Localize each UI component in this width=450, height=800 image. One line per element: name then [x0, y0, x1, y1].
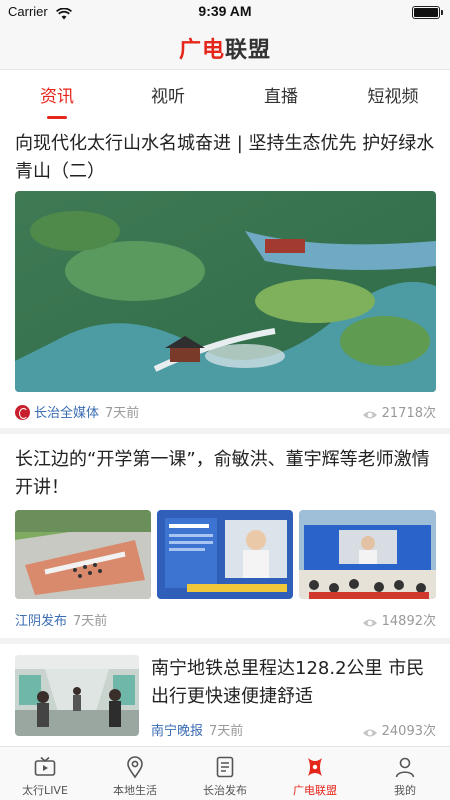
article-image[interactable] [157, 510, 293, 599]
tab-news[interactable]: 资讯 [12, 82, 102, 107]
tab-short-video[interactable]: 短视频 [348, 82, 438, 107]
view-count-value: 21718次 [381, 406, 436, 421]
document-list-icon [216, 756, 234, 778]
article-title[interactable]: 长江边的“开学第一课”，俞敏洪、董宇辉等老师激情开讲！ [15, 446, 438, 502]
view-count: 21718次 [362, 402, 436, 421]
article-title[interactable]: 南宁地铁总里程达128.2公里 市民出行更快速便捷舒适 [151, 655, 438, 711]
tabbar-label: 我的 [394, 784, 416, 797]
article-card[interactable]: 长江边的“开学第一课”，俞敏洪、董宇辉等老师激情开讲！ 江阴发布 7天前 148… [0, 434, 450, 640]
tab-audiovisual[interactable]: 视听 [123, 82, 213, 107]
app-logo: 广电联盟 [0, 32, 450, 64]
article-source[interactable]: 江阴发布 [15, 614, 67, 629]
status-bar: Carrier 9:39 AM [0, 0, 450, 24]
location-pin-icon [127, 756, 143, 779]
article-time: 7天前 [209, 724, 244, 739]
eye-icon [362, 619, 377, 627]
article-time: 7天前 [105, 406, 140, 421]
article-time: 7天前 [73, 614, 108, 629]
view-count: 24093次 [362, 720, 436, 739]
tabbar-item-local-life[interactable]: 本地生活 [90, 747, 180, 800]
article-title[interactable]: 向现代化太行山水名城奋进 | 坚持生态优先 护好绿水青山（二） [15, 130, 438, 186]
tabbar-label: 长治发布 [203, 784, 247, 797]
article-source[interactable]: 南宁晚报 [151, 724, 203, 739]
app-header: 广电联盟 [0, 24, 450, 70]
tab-live[interactable]: 直播 [236, 82, 326, 107]
category-tabs: 资讯 视听 直播 短视频 [0, 70, 450, 120]
article-source[interactable]: 长治全媒体 [34, 406, 99, 421]
alliance-x-icon [308, 758, 322, 776]
eye-icon [362, 729, 377, 737]
tabbar-item-changzhi-release[interactable]: 长治发布 [180, 747, 270, 800]
logo-red-text: 广电 [178, 38, 225, 63]
article-image[interactable] [299, 510, 436, 599]
bottom-tab-bar: 太行LIVE 本地生活 长治发布 广电联盟 我的 [0, 746, 450, 800]
article-meta: 江阴发布 7天前 14892次 [15, 610, 436, 629]
article-meta: 长治全媒体 7天前 21718次 [15, 402, 436, 421]
article-card[interactable]: 向现代化太行山水名城奋进 | 坚持生态优先 护好绿水青山（二） 长治全媒体 7天前 [0, 120, 450, 434]
view-count-value: 24093次 [381, 724, 436, 739]
source-logo-icon [15, 405, 30, 420]
person-icon [395, 757, 415, 778]
active-tab-indicator [47, 116, 67, 119]
article-meta: 南宁晚报 7天前 24093次 [151, 720, 436, 739]
article-image[interactable] [15, 191, 436, 392]
article-card[interactable]: 南宁地铁总里程达128.2公里 市民出行更快速便捷舒适 南宁晚报 7天前 2409… [0, 644, 450, 746]
logo-dark-text: 联盟 [225, 38, 272, 63]
eye-icon [362, 411, 377, 419]
battery-icon [412, 6, 443, 19]
view-count: 14892次 [362, 610, 436, 629]
view-count-value: 14892次 [381, 614, 436, 629]
tabbar-label: 太行LIVE [22, 784, 68, 797]
tabbar-item-taihang-live[interactable]: 太行LIVE [0, 747, 90, 800]
tabbar-label: 本地生活 [113, 784, 157, 797]
tabbar-item-alliance[interactable]: 广电联盟 [270, 747, 360, 800]
tv-icon [34, 756, 56, 776]
clock: 9:39 AM [198, 3, 252, 19]
tabbar-label: 广电联盟 [293, 784, 337, 797]
article-image[interactable] [15, 655, 139, 736]
tabbar-item-mine[interactable]: 我的 [360, 747, 450, 800]
article-image[interactable] [15, 510, 151, 599]
